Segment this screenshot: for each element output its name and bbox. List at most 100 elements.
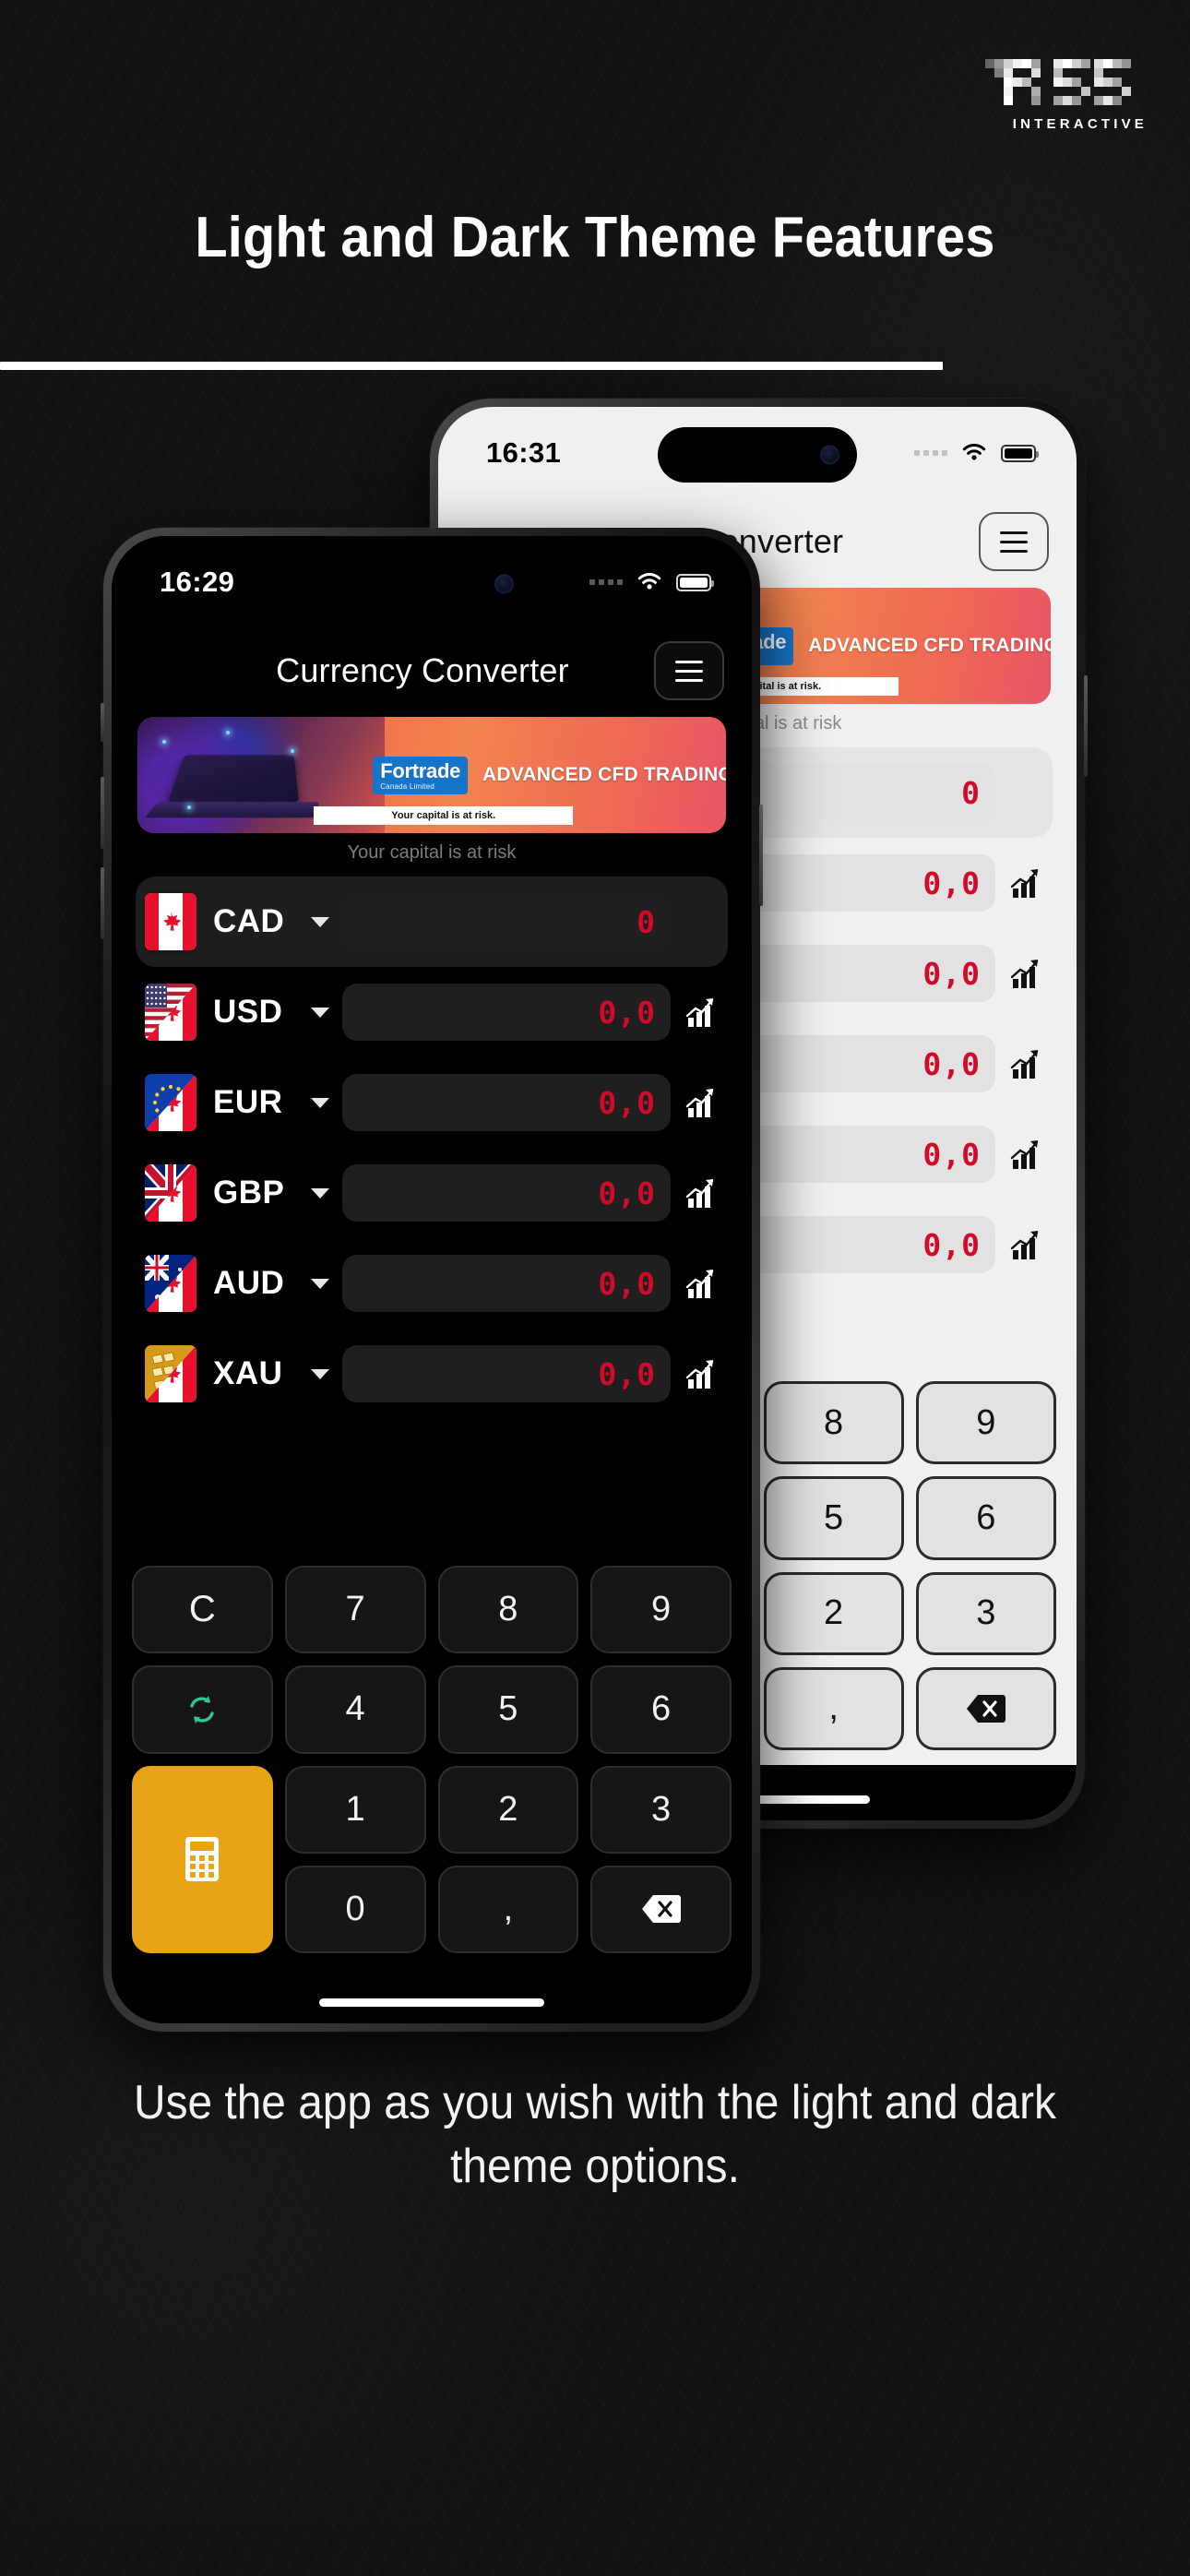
rss-pixel-logo-icon <box>985 59 1131 105</box>
key-backspace[interactable] <box>915 1666 1056 1750</box>
trend-chart-button[interactable] <box>1006 1226 1043 1263</box>
front-camera-icon <box>494 574 514 594</box>
key-7[interactable]: 7 <box>284 1566 426 1654</box>
currency-row-cad[interactable]: CAD 0 <box>136 877 728 967</box>
chevron-down-icon[interactable] <box>311 1368 329 1379</box>
key-2[interactable]: 2 <box>437 1765 579 1854</box>
key-8[interactable]: 8 <box>763 1381 904 1465</box>
key-5[interactable]: 5 <box>763 1476 904 1560</box>
trend-chart-icon[interactable] <box>682 1084 719 1121</box>
battery-full-icon <box>1001 444 1039 462</box>
battery-full-icon <box>676 573 714 591</box>
amount-input-gbp[interactable]: 0,0 <box>342 1164 671 1222</box>
amount-value: 0,0 <box>598 994 656 1031</box>
key-1[interactable]: 1 <box>284 1765 426 1854</box>
backspace-icon[interactable] <box>965 1692 1007 1725</box>
key-3[interactable]: 3 <box>590 1765 732 1854</box>
wifi-icon <box>637 573 661 590</box>
trend-chart-icon[interactable] <box>1006 955 1043 992</box>
flag-xau-cad-icon <box>145 1345 196 1402</box>
fortrade-logo: Fortrade Canada Limited <box>373 756 469 794</box>
key-6[interactable]: 6 <box>590 1665 732 1754</box>
trend-chart-button[interactable] <box>1006 1045 1043 1082</box>
amount-input-aud[interactable]: 0,0 <box>342 1255 671 1312</box>
key-9[interactable]: 9 <box>590 1566 732 1654</box>
key-2[interactable]: 2 <box>763 1571 904 1655</box>
amount-value: 0,0 <box>598 1084 656 1121</box>
hamburger-menu-icon[interactable] <box>654 641 724 700</box>
status-time: 16:31 <box>486 436 562 469</box>
trend-chart-icon[interactable] <box>1006 1136 1043 1173</box>
trend-chart-icon[interactable] <box>682 1175 719 1211</box>
key-0[interactable]: 0 <box>284 1865 426 1953</box>
chevron-down-icon[interactable] <box>311 1187 329 1199</box>
key-decimal[interactable]: , <box>763 1666 904 1750</box>
flag-aud-cad-icon <box>145 1255 196 1312</box>
brand-logo: INTERACTIVE <box>974 54 1149 132</box>
key-8[interactable]: 8 <box>437 1566 579 1654</box>
ad-risk-disclaimer: Your capital is at risk. <box>314 806 574 825</box>
front-camera-icon <box>820 445 839 465</box>
amount-value: 0 <box>961 774 981 811</box>
currency-row-gbp[interactable]: GBP 0,0 <box>136 1148 728 1238</box>
key-5[interactable]: 5 <box>437 1665 579 1754</box>
currency-rate-list-dark: CAD 0 USD 0,0 EUR 0,0 GBP 0,0 AUD 0,0 XAU 0,0 <box>112 864 752 1419</box>
trend-chart-button[interactable] <box>1006 865 1043 901</box>
trend-chart-icon[interactable] <box>682 1265 719 1302</box>
chevron-down-icon[interactable] <box>311 916 329 927</box>
trend-chart-icon[interactable] <box>1006 1045 1043 1082</box>
trend-chart-button[interactable] <box>682 994 719 1031</box>
amount-value: 0,0 <box>598 1175 656 1211</box>
trend-chart-button[interactable] <box>1006 955 1043 992</box>
hamburger-menu-icon[interactable] <box>979 512 1049 571</box>
amount-value: 0,0 <box>922 955 981 992</box>
app-title: Currency Converter <box>276 651 569 689</box>
app-screen-dark: 16:29 Currency Converter Fortrade Canada… <box>112 536 752 2023</box>
currency-row-xau[interactable]: XAU 0,0 <box>136 1329 728 1419</box>
trend-chart-button[interactable] <box>682 1355 719 1392</box>
key-clear[interactable]: C <box>132 1566 273 1654</box>
trend-chart-button[interactable] <box>1006 1136 1043 1173</box>
currency-row-eur[interactable]: EUR 0,0 <box>136 1057 728 1148</box>
trend-chart-icon[interactable] <box>682 994 719 1031</box>
key-3[interactable]: 3 <box>915 1571 1056 1655</box>
trend-chart-button[interactable] <box>682 1175 719 1211</box>
amount-input-eur[interactable]: 0,0 <box>342 1074 671 1131</box>
amount-value: 0,0 <box>598 1355 656 1392</box>
chevron-down-icon[interactable] <box>311 1007 329 1018</box>
key-refresh[interactable] <box>132 1665 273 1754</box>
amount-input-cad[interactable]: 0 <box>342 893 671 950</box>
amount-input-xau[interactable]: 0,0 <box>342 1345 671 1402</box>
trend-chart-icon[interactable] <box>682 1355 719 1392</box>
currency-row-usd[interactable]: USD 0,0 <box>136 967 728 1057</box>
chevron-down-icon[interactable] <box>311 1097 329 1108</box>
trend-chart-button[interactable] <box>682 1265 719 1302</box>
trend-chart-icon[interactable] <box>1006 1226 1043 1263</box>
fortrade-ad-banner: Fortrade Canada Limited ADVANCED CFD TRA… <box>137 717 726 833</box>
refresh-icon[interactable] <box>181 1688 223 1731</box>
amount-input-usd[interactable]: 0,0 <box>342 984 671 1041</box>
amount-value: 0,0 <box>922 1136 981 1173</box>
backspace-icon[interactable] <box>640 1892 683 1926</box>
trend-chart-icon[interactable] <box>1006 865 1043 901</box>
key-backspace[interactable] <box>590 1865 732 1953</box>
calculator-icon[interactable] <box>178 1832 226 1886</box>
key-4[interactable]: 4 <box>284 1665 426 1754</box>
key-calculator[interactable] <box>132 1765 273 1953</box>
key-6[interactable]: 6 <box>915 1476 1056 1560</box>
page-title: Light and Dark Theme Features <box>195 206 995 269</box>
key-9[interactable]: 9 <box>915 1381 1056 1465</box>
phone-power-button <box>1084 675 1088 777</box>
ad-risk-note: Your capital is at risk <box>347 842 517 863</box>
currency-code-label: XAU <box>213 1355 283 1391</box>
key-decimal[interactable]: , <box>437 1865 579 1953</box>
chevron-down-icon[interactable] <box>311 1278 329 1289</box>
amount-value: 0,0 <box>922 1226 981 1263</box>
trend-chart-button[interactable] <box>682 1084 719 1121</box>
app-bar-dark: Currency Converter <box>112 628 752 713</box>
phone-mockup-dark-theme: 16:29 Currency Converter Fortrade Canada… <box>101 528 763 2032</box>
currency-row-aud[interactable]: AUD 0,0 <box>136 1238 728 1329</box>
advertisement-container-dark[interactable]: Fortrade Canada Limited ADVANCED CFD TRA… <box>112 713 752 864</box>
ad-brand-sub: Canada Limited <box>380 781 435 791</box>
amount-value: 0,0 <box>922 865 981 901</box>
